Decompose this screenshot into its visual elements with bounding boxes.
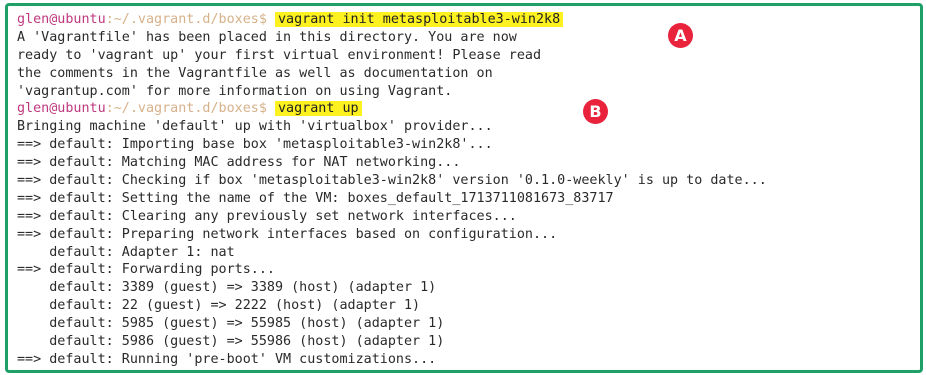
output-line: default: Adapter 1: nat bbox=[17, 244, 235, 260]
command-init: vagrant init metasploitable3-win2k8 bbox=[275, 12, 564, 27]
output-line: ==> default: Checking if box 'metasploit… bbox=[17, 173, 767, 189]
output-line: the comments in the Vagrantfile as well … bbox=[17, 65, 493, 81]
terminal-output[interactable]: glen@ubuntu:~/.vagrant.d/boxes$ vagrant … bbox=[17, 11, 914, 369]
output-line: default: 5986 (guest) => 55986 (host) (a… bbox=[17, 334, 445, 350]
prompt-line-up: glen@ubuntu:~/.vagrant.d/boxes$ vagrant … bbox=[17, 100, 914, 118]
prompt-user: glen@ubuntu bbox=[17, 101, 106, 117]
output-line: ==> default: Matching MAC address for NA… bbox=[17, 155, 461, 171]
output-line: default: 22 (guest) => 2222 (host) (adap… bbox=[17, 298, 421, 314]
prompt-line-init: glen@ubuntu:~/.vagrant.d/boxes$ vagrant … bbox=[17, 11, 914, 29]
output-line: ready to 'vagrant up' your first virtual… bbox=[17, 47, 542, 63]
prompt-path: :~/.vagrant.d/boxes$ bbox=[105, 12, 267, 27]
output-line: ==> default: Forwarding ports... bbox=[17, 262, 275, 278]
prompt-path: :~/.vagrant.d/boxes$ bbox=[105, 101, 267, 117]
output-line: ==> default: Clearing any previously set… bbox=[17, 208, 517, 224]
output-line: ==> default: Setting the name of the VM:… bbox=[17, 190, 614, 206]
output-line: default: 5985 (guest) => 55985 (host) (a… bbox=[17, 316, 445, 332]
prompt-user: glen@ubuntu bbox=[17, 12, 106, 27]
output-line: ==> default: Importing base box 'metaspl… bbox=[17, 137, 493, 153]
output-line: 'vagrantup.com' for more information on … bbox=[17, 83, 453, 99]
command-up: vagrant up bbox=[275, 101, 362, 117]
output-line: Bringing machine 'default' up with 'virt… bbox=[17, 119, 493, 135]
output-line: default: 3389 (guest) => 3389 (host) (ad… bbox=[17, 280, 437, 296]
annotation-badge-b: B bbox=[583, 99, 608, 124]
output-line: A 'Vagrantfile' has been placed in this … bbox=[17, 29, 517, 45]
annotation-badge-a: A bbox=[668, 23, 693, 48]
terminal-window: glen@ubuntu:~/.vagrant.d/boxes$ vagrant … bbox=[5, 3, 923, 373]
output-line: ==> default: Preparing network interface… bbox=[17, 226, 558, 242]
output-line: ==> default: Running 'pre-boot' VM custo… bbox=[17, 351, 437, 367]
